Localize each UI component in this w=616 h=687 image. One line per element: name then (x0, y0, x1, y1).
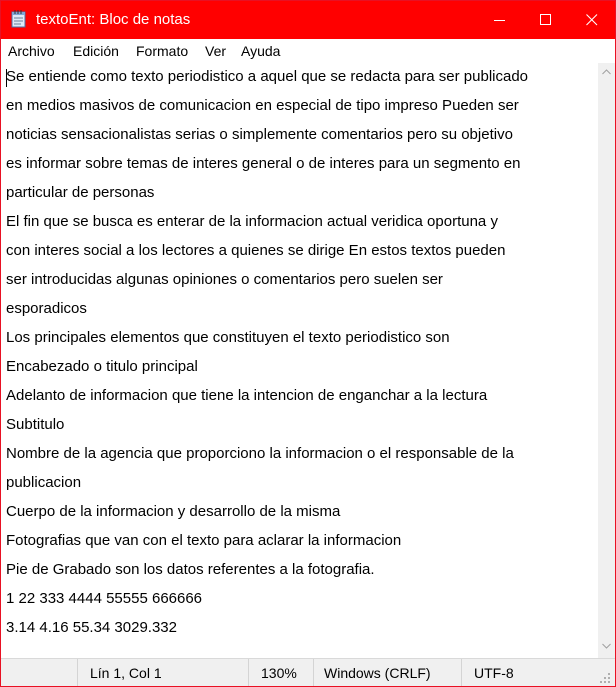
menu-bar: Archivo Edición Formato Ver Ayuda (1, 39, 615, 63)
scroll-down-arrow-icon[interactable] (602, 643, 611, 649)
vertical-scrollbar[interactable] (598, 63, 615, 658)
text-line: noticias sensacionalistas serias o simpl… (6, 126, 513, 143)
status-bar: Lín 1, Col 1 130% Windows (CRLF) UTF-8 (1, 658, 615, 686)
status-cell-line-ending: Windows (CRLF) (313, 659, 462, 686)
text-line: Adelanto de informacion que tiene la int… (6, 387, 488, 404)
status-cell-zoom: 130% (248, 659, 314, 686)
close-icon (586, 14, 598, 26)
notepad-icon (11, 10, 27, 28)
text-line: ser introducidas algunas opiniones o com… (6, 271, 443, 288)
text-line: Subtitulo (6, 416, 65, 433)
minimize-icon (494, 20, 505, 21)
menu-formato[interactable]: Formato (136, 43, 188, 59)
cursor-position: Lín 1, Col 1 (90, 665, 162, 681)
text-line: publicacion (6, 474, 82, 491)
zoom-level: 130% (261, 665, 297, 681)
text-line: Fotografias que van con el texto para ac… (6, 532, 402, 549)
text-line: esporadicos (6, 300, 87, 317)
scroll-up-arrow-icon[interactable] (602, 69, 611, 75)
text-editor[interactable]: Se entiende como texto periodistico a aq… (1, 63, 598, 658)
menu-ayuda[interactable]: Ayuda (241, 43, 280, 59)
encoding: UTF-8 (474, 665, 514, 681)
text-line: 1 22 333 4444 55555 666666 (6, 590, 203, 607)
text-line: particular de personas (6, 184, 155, 201)
title-bar[interactable]: textoEnt: Bloc de notas (1, 1, 615, 39)
text-line: Se entiende como texto periodistico a aq… (6, 68, 529, 85)
resize-grip-icon[interactable] (598, 671, 612, 685)
menu-edicion[interactable]: Edición (73, 43, 119, 59)
menu-ver[interactable]: Ver (205, 43, 226, 59)
text-line: es informar sobre temas de interes gener… (6, 155, 521, 172)
menu-archivo[interactable]: Archivo (8, 43, 55, 59)
status-cell-encoding: UTF-8 (461, 659, 599, 686)
text-line: Los principales elementos que constituye… (6, 329, 450, 346)
status-cell-position: Lín 1, Col 1 (77, 659, 248, 686)
close-button[interactable] (569, 1, 615, 39)
text-line: Cuerpo de la informacion y desarrollo de… (6, 503, 341, 520)
text-line: Encabezado o titulo principal (6, 358, 198, 375)
text-line: en medios masivos de comunicacion en esp… (6, 97, 519, 114)
text-line: Pie de Grabado son los datos referentes … (6, 561, 375, 578)
text-line: Nombre de la agencia que proporciono la … (6, 445, 514, 462)
line-ending: Windows (CRLF) (324, 665, 431, 681)
maximize-icon (540, 14, 551, 25)
text-line: 3.14 4.16 55.34 3029.332 (6, 619, 177, 636)
minimize-button[interactable] (477, 1, 523, 39)
text-line: El fin que se busca es enterar de la inf… (6, 213, 498, 230)
notepad-window: textoEnt: Bloc de notas Archivo Edición … (0, 0, 616, 687)
text-line: con interes social a los lectores a quie… (6, 242, 506, 259)
maximize-button[interactable] (523, 1, 569, 39)
window-title: textoEnt: Bloc de notas (36, 11, 191, 28)
